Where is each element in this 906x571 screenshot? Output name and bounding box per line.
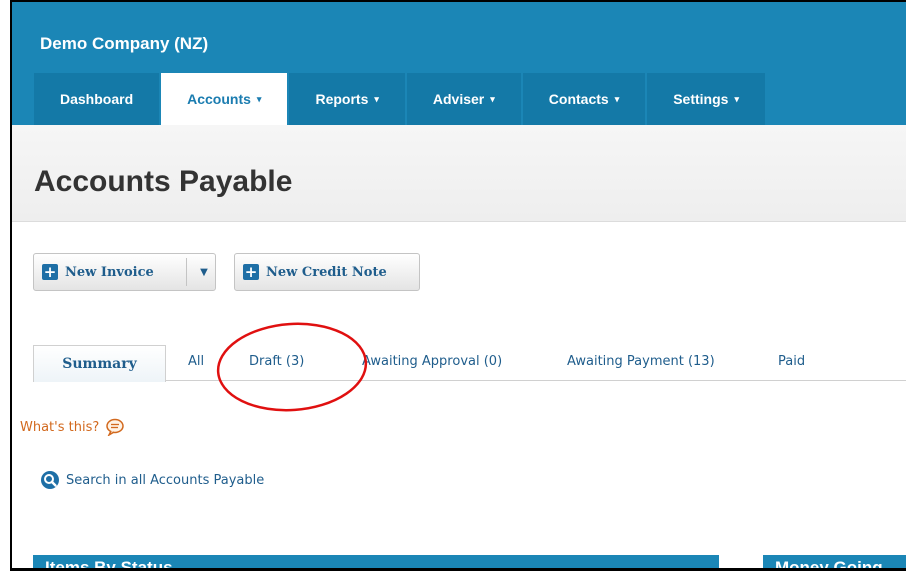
nav-contacts-label: Contacts bbox=[548, 91, 609, 107]
whats-this-link[interactable]: What's this? bbox=[20, 418, 125, 436]
page-title: Accounts Payable bbox=[34, 165, 293, 198]
money-going-panel-header: Money Going bbox=[763, 555, 906, 568]
nav-dashboard[interactable]: Dashboard bbox=[34, 73, 162, 125]
chevron-down-icon: ▾ bbox=[374, 93, 379, 104]
nav-dashboard-label: Dashboard bbox=[60, 91, 134, 107]
nav-adviser-label: Adviser bbox=[432, 91, 485, 107]
items-by-status-panel-header: Items By Status bbox=[33, 555, 719, 568]
page-title-band: Accounts Payable bbox=[12, 125, 906, 222]
nav-accounts-label: Accounts bbox=[187, 91, 251, 107]
chevron-down-icon: ▼ bbox=[200, 266, 208, 278]
chevron-down-icon: ▾ bbox=[256, 93, 262, 104]
tab-summary[interactable]: Summary bbox=[33, 345, 166, 382]
new-invoice-button[interactable]: + New Invoice ▼ bbox=[33, 253, 216, 291]
chevron-down-icon: ▾ bbox=[734, 93, 739, 104]
nav-adviser[interactable]: Adviser ▾ bbox=[406, 73, 523, 125]
search-icon bbox=[41, 471, 59, 489]
tab-awaiting-approval[interactable]: Awaiting Approval (0) bbox=[362, 354, 502, 369]
organisation-name[interactable]: Demo Company (NZ) bbox=[40, 34, 208, 54]
plus-icon: + bbox=[243, 263, 259, 281]
tab-summary-label: Summary bbox=[62, 356, 137, 372]
new-credit-note-button[interactable]: + New Credit Note bbox=[234, 253, 420, 291]
nav-accounts[interactable]: Accounts ▾ bbox=[161, 73, 290, 125]
nav-reports[interactable]: Reports ▾ bbox=[289, 73, 407, 125]
nav-settings[interactable]: Settings ▾ bbox=[647, 73, 767, 125]
top-header: Demo Company (NZ) Dashboard Accounts ▾ R… bbox=[12, 2, 906, 125]
button-divider bbox=[186, 258, 187, 286]
tab-draft[interactable]: Draft (3) bbox=[249, 354, 304, 369]
search-accounts-payable-link[interactable]: Search in all Accounts Payable bbox=[40, 470, 264, 490]
speech-bubble-icon bbox=[106, 418, 125, 436]
new-credit-note-label: New Credit Note bbox=[266, 264, 387, 280]
nav-reports-label: Reports bbox=[315, 91, 369, 107]
app-window: Demo Company (NZ) Dashboard Accounts ▾ R… bbox=[12, 2, 906, 568]
whats-this-label: What's this? bbox=[20, 419, 100, 435]
tab-awaiting-payment[interactable]: Awaiting Payment (13) bbox=[567, 354, 715, 369]
tab-paid[interactable]: Paid bbox=[778, 354, 805, 369]
chevron-down-icon: ▾ bbox=[490, 93, 495, 104]
tab-all[interactable]: All bbox=[188, 354, 204, 369]
main-nav: Dashboard Accounts ▾ Reports ▾ Adviser ▾… bbox=[34, 73, 767, 125]
items-by-status-title: Items By Status bbox=[45, 558, 173, 568]
nav-contacts[interactable]: Contacts ▾ bbox=[522, 73, 648, 125]
new-invoice-dropdown-toggle[interactable]: ▼ bbox=[194, 254, 214, 290]
plus-icon: + bbox=[42, 263, 58, 281]
new-invoice-label: New Invoice bbox=[65, 264, 154, 280]
money-going-title: Money Going bbox=[775, 558, 883, 568]
chevron-down-icon: ▾ bbox=[614, 93, 620, 104]
search-label: Search in all Accounts Payable bbox=[66, 472, 265, 488]
nav-settings-label: Settings bbox=[673, 91, 729, 107]
